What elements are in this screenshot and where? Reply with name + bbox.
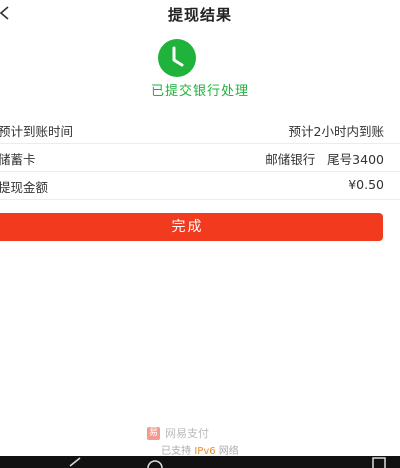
recent-nav-icon[interactable] — [365, 456, 395, 468]
withdraw-amount-row: 提现金额 ¥0.50 — [0, 171, 400, 200]
clock-check-icon — [158, 39, 196, 77]
ipv6-support-text: 已支持 IPv6 网络 — [0, 442, 400, 457]
page-title: 提现结果 — [167, 6, 232, 24]
arrival-time-row: 预计到账时间 预计2小时内到账 — [0, 115, 400, 144]
back-nav-icon[interactable] — [60, 456, 90, 468]
withdraw-amount-label: 提现金额 — [0, 180, 49, 195]
bank-card-value: 邮储银行 尾号3400 — [265, 152, 384, 167]
bank-card-label: 储蓄卡 — [0, 152, 36, 167]
arrival-time-label: 预计到账时间 — [0, 124, 74, 139]
system-navbar — [0, 456, 400, 468]
arrival-time-value: 预计2小时内到账 — [288, 124, 384, 139]
header: 提现结果 — [0, 0, 400, 28]
home-nav-icon[interactable] — [140, 456, 170, 468]
bank-card-row: 储蓄卡 邮储银行 尾号3400 — [0, 143, 400, 172]
brand-name: 网易支付 — [165, 427, 209, 440]
netease-pay-logo-icon: 易 — [147, 427, 160, 440]
status-text: 已提交银行处理 — [150, 84, 249, 99]
done-button[interactable]: 完成 — [0, 213, 383, 241]
withdraw-amount-value: ¥0.50 — [348, 177, 384, 192]
